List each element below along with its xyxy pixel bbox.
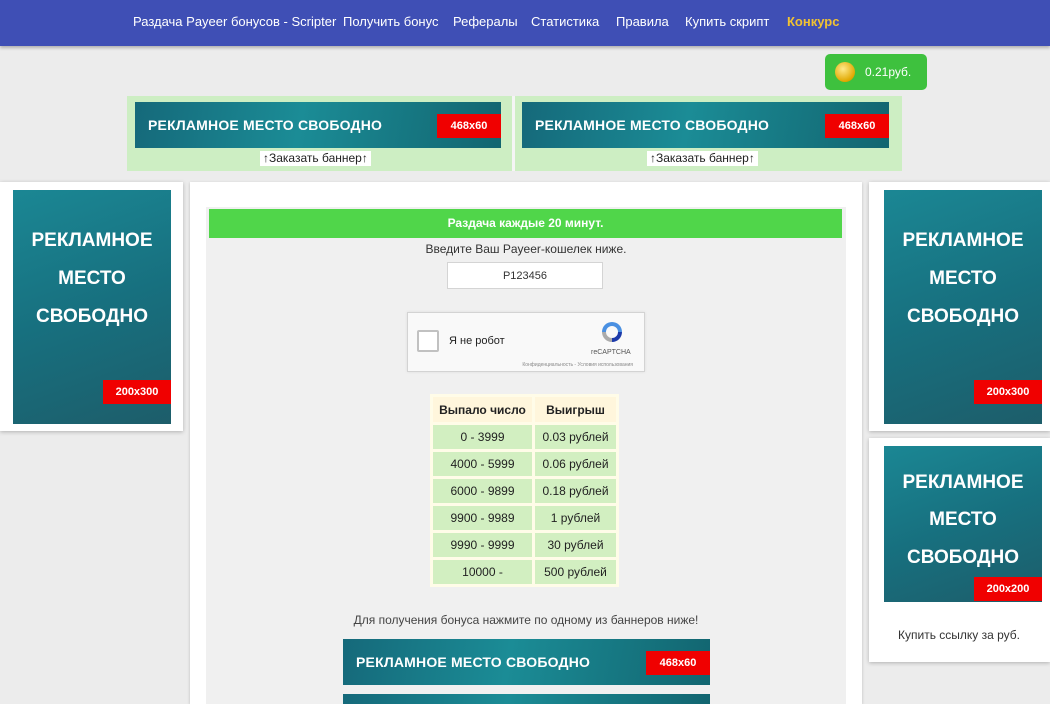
nav-link-buy-script[interactable]: Купить скрипт <box>685 14 769 29</box>
table-row: 9990 - 9999 30 рублей <box>433 533 616 557</box>
table-row: 9900 - 9989 1 рублей <box>433 506 616 530</box>
number-range: 6000 - 9899 <box>433 479 532 503</box>
bonus-banner-1[interactable]: РЕКЛАМНОЕ МЕСТО СВОБОДНО 468x60 <box>343 639 710 685</box>
recaptcha-widget: Я не робот reCAPTCHA Конфиденциальность … <box>407 312 645 372</box>
left-banner[interactable]: РЕКЛАМНОЕ МЕСТО СВОБОДНО 200x300 <box>13 190 171 424</box>
captcha-checkbox[interactable] <box>417 330 439 352</box>
bonus-banner-2[interactable] <box>343 694 710 704</box>
banner-size-badge: 468x60 <box>646 651 710 675</box>
banner-size-badge: 468x60 <box>437 114 501 138</box>
faucet-panel: Раздача каждые 20 минут. Введите Ваш Pay… <box>206 207 846 704</box>
coin-icon <box>835 62 855 82</box>
prize-amount: 500 рублей <box>535 560 616 584</box>
top-banner-2[interactable]: РЕКЛАМНОЕ МЕСТО СВОБОДНО 468x60 <box>522 102 889 148</box>
balance-value: 0.21руб. <box>865 65 912 79</box>
captcha-privacy[interactable]: Конфиденциальность - Условия использован… <box>522 362 633 368</box>
number-range: 9900 - 9989 <box>433 506 532 530</box>
banner-line-1: РЕКЛАМНОЕ <box>902 472 1024 493</box>
banner-line-2: МЕСТО <box>929 268 997 289</box>
number-range: 10000 - <box>433 560 532 584</box>
table-row: 6000 - 9899 0.18 рублей <box>433 479 616 503</box>
banner-line-3: СВОБОДНО <box>907 306 1019 327</box>
right-ad-panel-1: РЕКЛАМНОЕ МЕСТО СВОБОДНО 200x300 <box>869 182 1050 431</box>
banner-divider <box>512 96 515 171</box>
order-banner-link[interactable]: ↑Заказать баннер↑ <box>647 151 758 166</box>
order-banner-link[interactable]: ↑Заказать баннер↑ <box>260 151 371 166</box>
nav-link-get-bonus[interactable]: Получить бонус <box>343 14 438 29</box>
prize-amount: 0.18 рублей <box>535 479 616 503</box>
nav-link-statistics[interactable]: Статистика <box>531 14 599 29</box>
banner-line-3: СВОБОДНО <box>907 547 1019 568</box>
number-range: 9990 - 9999 <box>433 533 532 557</box>
captcha-label: Я не робот <box>449 335 505 347</box>
nav-link-referrals[interactable]: Рефералы <box>453 14 518 29</box>
banner-line-1: РЕКЛАМНОЕ <box>31 230 153 251</box>
banner-line-2: МЕСТО <box>58 268 126 289</box>
prize-table-header: Выпало число <box>433 397 532 422</box>
wallet-prompt: Введите Ваш Payeer-кошелек ниже. <box>425 242 627 256</box>
banner-size-badge: 200x200 <box>974 577 1042 601</box>
prize-amount: 30 рублей <box>535 533 616 557</box>
left-ad-panel: РЕКЛАМНОЕ МЕСТО СВОБОДНО 200x300 <box>0 182 183 431</box>
number-range: 4000 - 5999 <box>433 452 532 476</box>
banner-line-3: СВОБОДНО <box>36 306 148 327</box>
recaptcha-logo-icon <box>602 322 622 342</box>
prize-amount: 1 рублей <box>535 506 616 530</box>
main-content: Раздача каждые 20 минут. Введите Ваш Pay… <box>190 182 862 704</box>
nav-link-home[interactable]: Раздача Payeer бонусов - Scripter <box>133 14 336 29</box>
number-range: 0 - 3999 <box>433 425 532 449</box>
banner-size-badge: 200x300 <box>974 380 1042 404</box>
prize-amount: 0.03 рублей <box>535 425 616 449</box>
nav-link-contest[interactable]: Конкурс <box>787 14 839 29</box>
banner-hint: Для получения бонуса нажмите по одному и… <box>353 613 699 627</box>
buy-link[interactable]: Купить ссылку за руб. <box>898 628 1020 642</box>
right-banner-2[interactable]: РЕКЛАМНОЕ МЕСТО СВОБОДНО 200x200 <box>884 446 1042 602</box>
banner-text: РЕКЛАМНОЕ МЕСТО СВОБОДНО <box>535 117 770 133</box>
table-row: 10000 - 500 рублей <box>433 560 616 584</box>
top-banner-1[interactable]: РЕКЛАМНОЕ МЕСТО СВОБОДНО 468x60 <box>135 102 501 148</box>
prize-table: Выпало число Выигрыш 0 - 3999 0.03 рубле… <box>430 394 619 587</box>
banner-line-1: РЕКЛАМНОЕ <box>902 230 1024 251</box>
top-navbar: Раздача Payeer бонусов - Scripter Получи… <box>0 0 1050 46</box>
nav-link-rules[interactable]: Правила <box>616 14 669 29</box>
captcha-brand: reCAPTCHA <box>591 349 631 356</box>
banner-size-badge: 468x60 <box>825 114 889 138</box>
banner-text: РЕКЛАМНОЕ МЕСТО СВОБОДНО <box>148 117 383 133</box>
banner-line-2: МЕСТО <box>929 509 997 530</box>
distribution-header: Раздача каждые 20 минут. <box>209 209 842 238</box>
top-banner-area: РЕКЛАМНОЕ МЕСТО СВОБОДНО 468x60 ↑Заказат… <box>127 96 902 171</box>
banner-size-badge: 200x300 <box>103 380 171 404</box>
table-row: 0 - 3999 0.03 рублей <box>433 425 616 449</box>
prize-amount: 0.06 рублей <box>535 452 616 476</box>
table-row: 4000 - 5999 0.06 рублей <box>433 452 616 476</box>
right-ad-panel-2: РЕКЛАМНОЕ МЕСТО СВОБОДНО 200x200 Купить … <box>869 438 1050 662</box>
right-banner-1[interactable]: РЕКЛАМНОЕ МЕСТО СВОБОДНО 200x300 <box>884 190 1042 424</box>
wallet-input[interactable]: P123456 <box>447 262 603 289</box>
banner-text: РЕКЛАМНОЕ МЕСТО СВОБОДНО <box>356 654 591 670</box>
balance-badge: 0.21руб. <box>825 54 927 90</box>
prize-table-header: Выигрыш <box>535 397 616 422</box>
